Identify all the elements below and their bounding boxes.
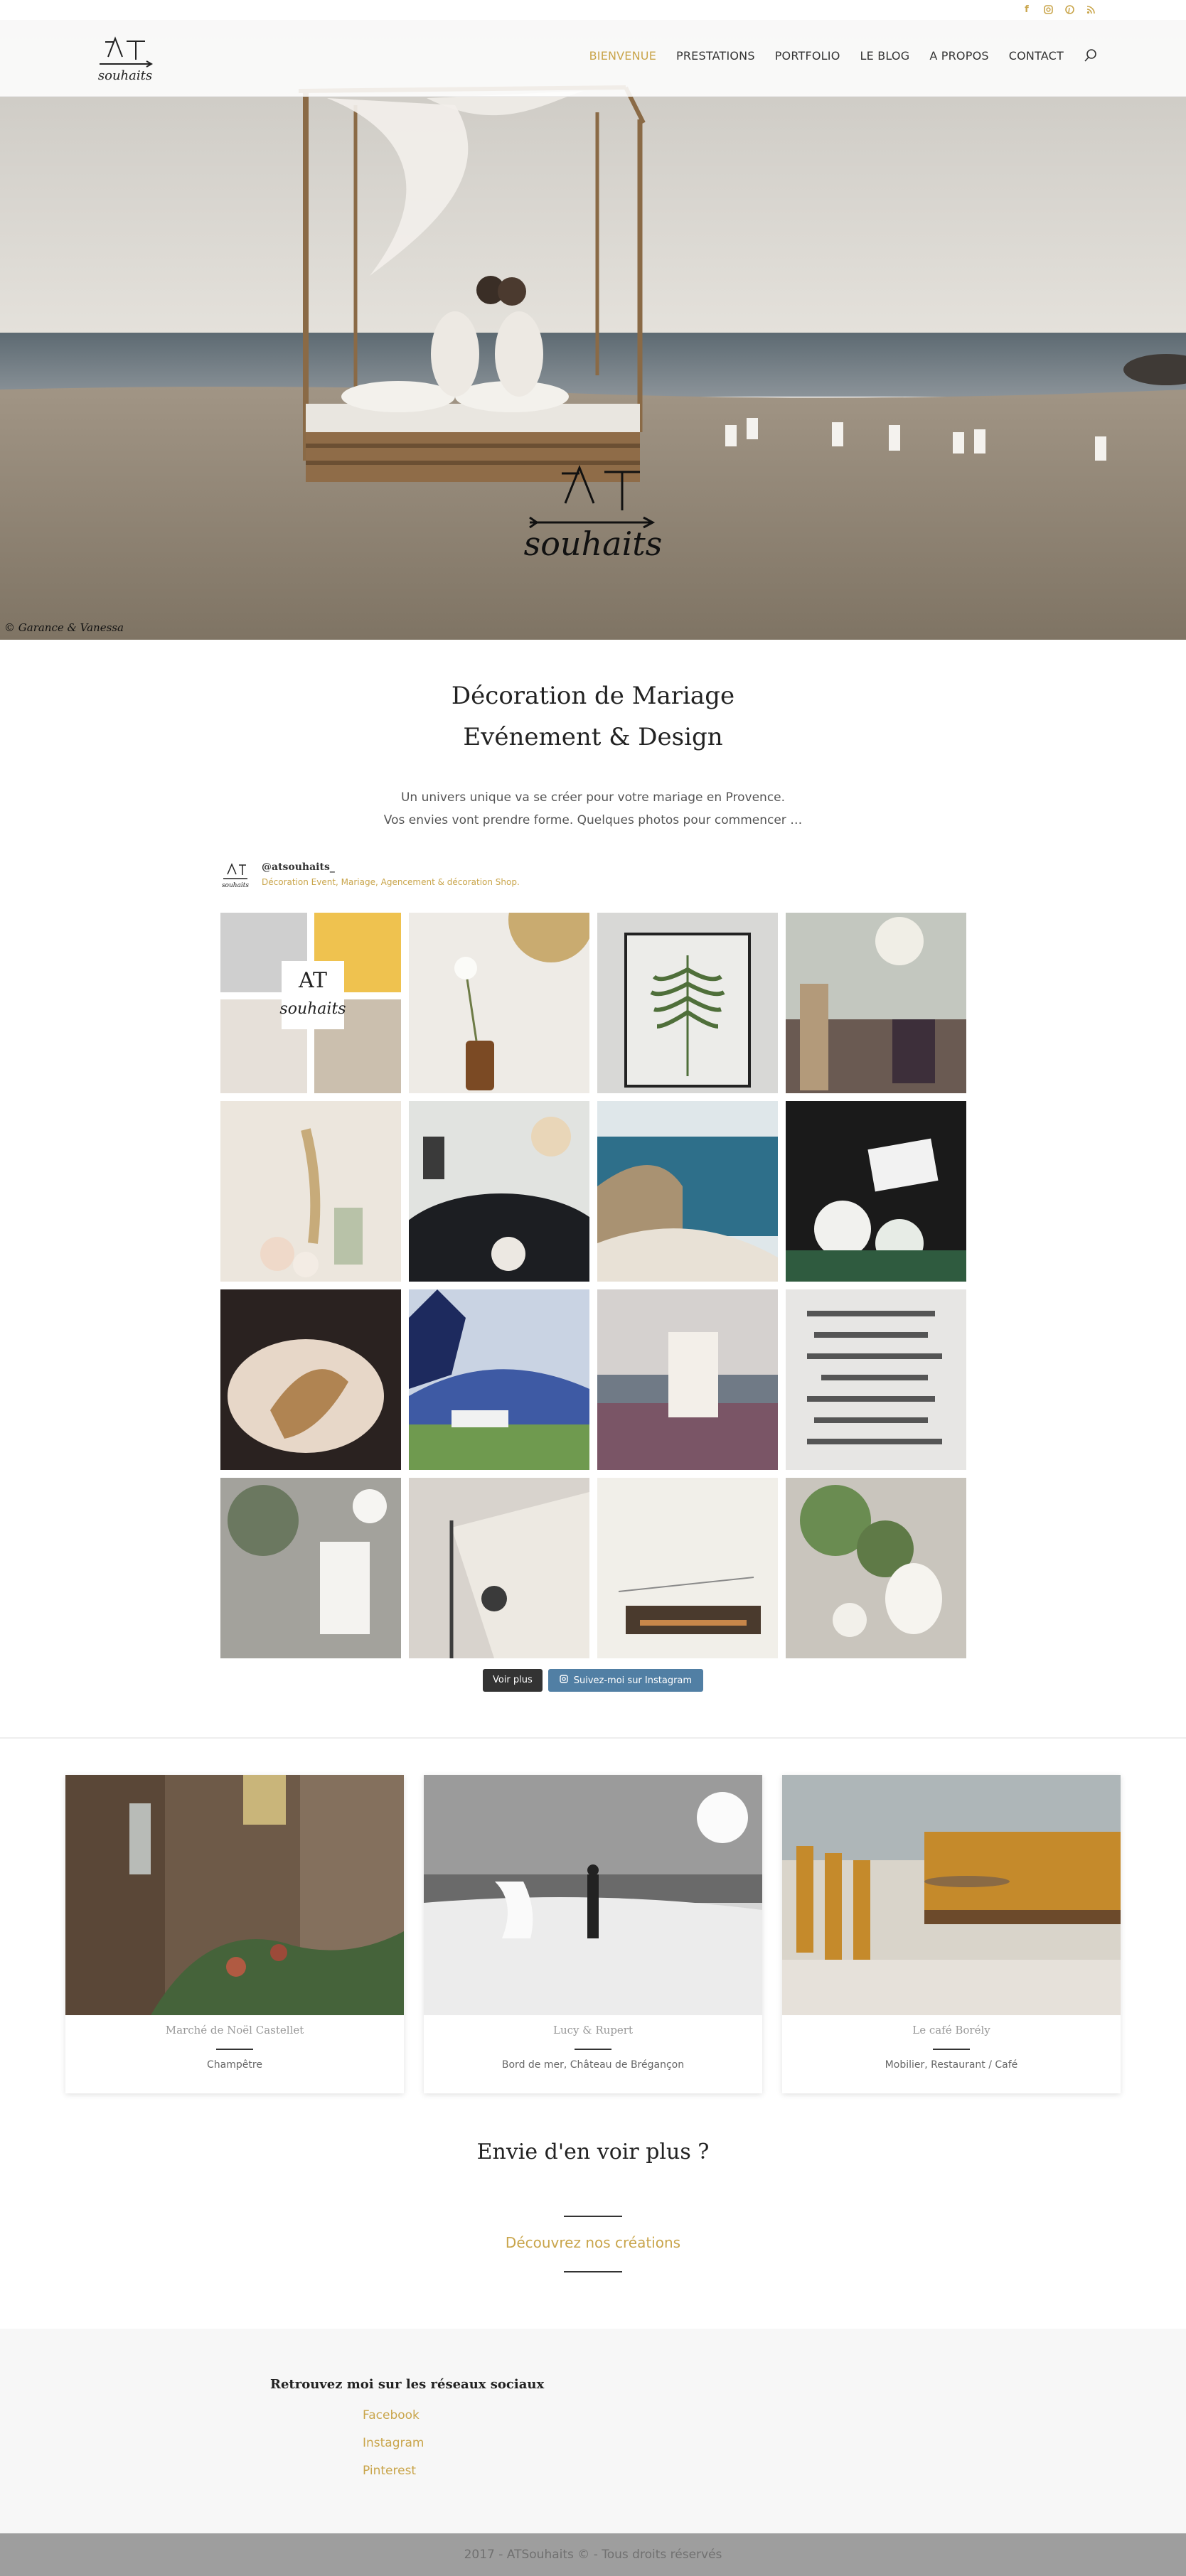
portfolio-card-image[interactable] xyxy=(782,1775,1121,2015)
instagram-photo[interactable] xyxy=(597,1289,778,1470)
nav-portfolio[interactable]: PORTFOLIO xyxy=(775,49,840,63)
discover-creations-link[interactable]: Découvrez nos créations xyxy=(0,2234,1186,2251)
portfolio-card-subtitle: Champêtre xyxy=(207,2059,262,2071)
portfolio-card-title[interactable]: Le café Borély xyxy=(782,2024,1121,2036)
instagram-header: souhaits @atsouhaits_ Décoration Event, … xyxy=(220,857,967,893)
card-divider xyxy=(575,2049,611,2050)
pinterest-icon[interactable] xyxy=(1064,4,1075,15)
instagram-photo[interactable] xyxy=(409,1289,589,1470)
search-icon[interactable] xyxy=(1084,48,1098,63)
instagram-photo[interactable] xyxy=(220,1478,401,1658)
instagram-photo[interactable] xyxy=(597,1101,778,1282)
follow-instagram-button[interactable]: Suivez-moi sur Instagram xyxy=(547,1669,704,1692)
tile-logo-bottom: souhaits xyxy=(279,1000,346,1018)
logo-text: souhaits xyxy=(98,68,152,83)
instagram-photo[interactable] xyxy=(786,913,966,1093)
intro-title-line1: Décoration de Mariage xyxy=(451,682,735,710)
footer-link-facebook[interactable]: Facebook xyxy=(363,2407,424,2424)
portfolio-card-subtitle: Mobilier, Restaurant / Café xyxy=(885,2059,1018,2071)
portfolio-cards: Marché de Noël Castellet Champêtre Lucy … xyxy=(65,1775,1121,2093)
instagram-photo[interactable]: AT souhaits xyxy=(220,913,401,1093)
instagram-photo[interactable] xyxy=(597,1478,778,1658)
intro-title-line2: Evénement & Design xyxy=(463,723,723,751)
nav-le-blog[interactable]: LE BLOG xyxy=(860,49,910,63)
nav-bienvenue[interactable]: BIENVENUE xyxy=(589,49,656,63)
more-divider-top xyxy=(564,2216,622,2217)
intro-text-line2: Vos envies vont prendre forme. Quelques … xyxy=(383,813,803,827)
site-header: souhaits BIENVENUE PRESTATIONS PORTFOLIO… xyxy=(0,20,1186,97)
follow-instagram-label: Suivez-moi sur Instagram xyxy=(573,1675,693,1686)
portfolio-card[interactable]: Marché de Noël Castellet Champêtre xyxy=(65,1775,404,2093)
instagram-photo[interactable] xyxy=(786,1289,966,1470)
rss-icon[interactable] xyxy=(1085,4,1096,15)
section-divider xyxy=(0,1737,1186,1739)
instagram-buttons: Voir plus Suivez-moi sur Instagram xyxy=(0,1669,1186,1692)
hero-logo-text: souhaits xyxy=(523,525,663,563)
more-title: Envie d'en voir plus ? xyxy=(476,2140,710,2164)
avatar-text: souhaits xyxy=(222,882,249,889)
portfolio-card[interactable]: Le café Borély Mobilier, Restaurant / Ca… xyxy=(782,1775,1121,2093)
instagram-icon xyxy=(560,1675,568,1686)
instagram-username[interactable]: @atsouhaits_ xyxy=(262,862,335,873)
instagram-photo[interactable] xyxy=(220,1289,401,1470)
nav-contact[interactable]: CONTACT xyxy=(1009,49,1064,63)
top-social-icons: f xyxy=(1021,4,1096,15)
instagram-photo[interactable] xyxy=(220,1101,401,1282)
card-divider xyxy=(216,2049,253,2050)
intro-text: Un univers unique va se créer pour votre… xyxy=(0,786,1186,832)
portfolio-card-subtitle: Bord de mer, Château de Brégançon xyxy=(501,2059,685,2071)
tile-logo-top: AT xyxy=(298,968,327,993)
instagram-photo[interactable] xyxy=(409,1478,589,1658)
main-nav: BIENVENUE PRESTATIONS PORTFOLIO LE BLOG … xyxy=(589,48,1098,63)
portfolio-card-title[interactable]: Lucy & Rupert xyxy=(424,2024,762,2036)
instagram-bio: Décoration Event, Mariage, Agencement & … xyxy=(262,877,520,887)
portfolio-card[interactable]: Lucy & Rupert Bord de mer, Château de Br… xyxy=(424,1775,762,2093)
footer: Retrouvez moi sur les réseaux sociaux Fa… xyxy=(0,2329,1186,2533)
top-bar: f xyxy=(0,0,1186,20)
instagram-photo[interactable] xyxy=(597,913,778,1093)
load-more-button[interactable]: Voir plus xyxy=(482,1669,543,1692)
nav-a-propos[interactable]: A PROPOS xyxy=(929,49,988,63)
site-logo[interactable]: souhaits xyxy=(95,33,155,84)
intro-title: Décoration de Mariage Evénement & Design xyxy=(0,675,1186,758)
instagram-photo[interactable] xyxy=(409,913,589,1093)
portfolio-card-image[interactable] xyxy=(424,1775,762,2015)
footer-title: Retrouvez moi sur les réseaux sociaux xyxy=(270,2377,545,2392)
intro-text-line1: Un univers unique va se créer pour votre… xyxy=(400,790,786,805)
instagram-photo[interactable] xyxy=(786,1478,966,1658)
instagram-icon[interactable] xyxy=(1042,4,1054,15)
nav-prestations[interactable]: PRESTATIONS xyxy=(676,49,755,63)
portfolio-card-title[interactable]: Marché de Noël Castellet xyxy=(65,2024,404,2036)
copyright-bar: 2017 - ATSouhaits © - Tous droits réserv… xyxy=(0,2533,1186,2576)
portfolio-card-image[interactable] xyxy=(65,1775,404,2015)
instagram-grid: AT souhaits xyxy=(220,913,967,1658)
more-divider-bottom xyxy=(564,2271,622,2272)
photo-credit: © Garance & Vanessa xyxy=(4,621,124,634)
instagram-photo[interactable] xyxy=(409,1101,589,1282)
card-divider xyxy=(933,2049,970,2050)
footer-link-instagram[interactable]: Instagram xyxy=(363,2435,424,2452)
facebook-icon[interactable]: f xyxy=(1021,4,1032,15)
instagram-avatar[interactable]: souhaits xyxy=(220,860,250,890)
footer-link-pinterest[interactable]: Pinterest xyxy=(363,2462,424,2479)
instagram-photo[interactable] xyxy=(786,1101,966,1282)
footer-social-links: Facebook Instagram Pinterest xyxy=(363,2407,424,2479)
